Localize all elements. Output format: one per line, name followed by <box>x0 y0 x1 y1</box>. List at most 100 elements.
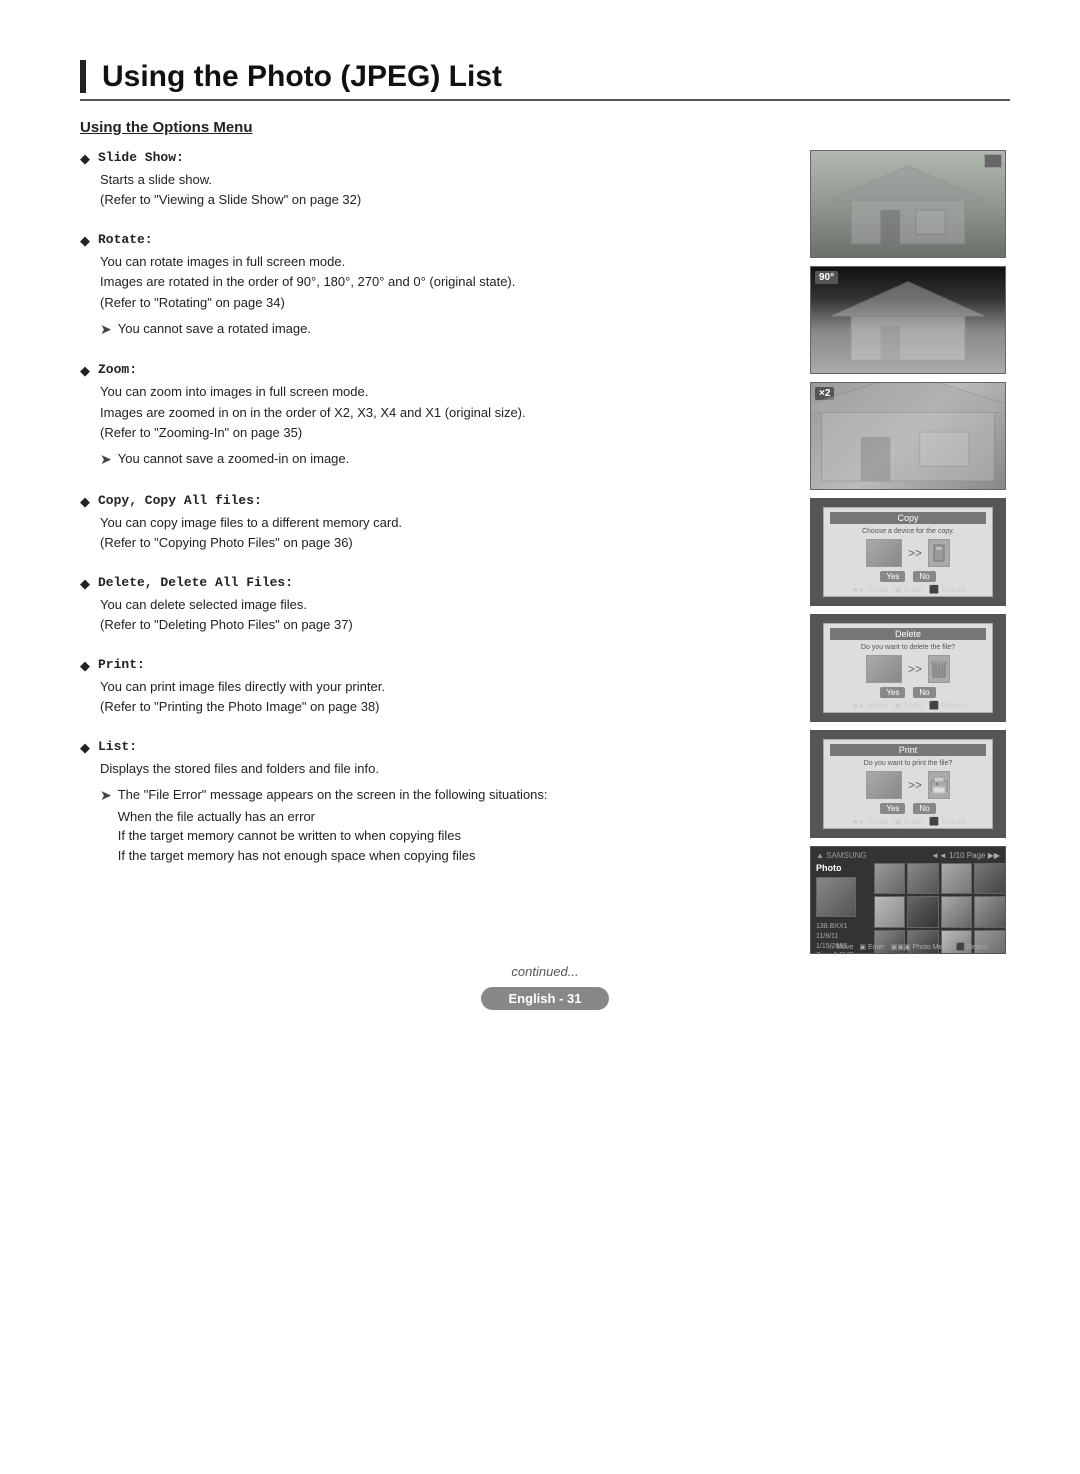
option-title: Rotate: <box>98 232 153 247</box>
yes-button-print[interactable]: Yes <box>880 803 905 814</box>
header-divider <box>80 99 1010 101</box>
section-title: Using the Options Menu <box>80 119 1010 136</box>
dialog-title-delete: Delete <box>830 628 986 640</box>
screenshot-list: ▲ SAMSUNG ◄◄ 1/10 Page ▶▶ Photo 138.BXX1… <box>810 846 1006 954</box>
dialog-printer-icon <box>928 771 950 799</box>
option-header: ◆ Delete, Delete All Files: <box>80 575 786 592</box>
screenshot-zoom: ×2 <box>810 382 1006 490</box>
no-button-print[interactable]: No <box>913 803 935 814</box>
list-footer: ☆ Move ▣ Enter ▣▣▣ Photo Menu ⬛ Return <box>811 943 1005 951</box>
dialog-delete: Delete Do you want to delete the file? >… <box>823 623 993 713</box>
option-line: You can copy image files to a different … <box>100 513 786 533</box>
option-line: Starts a slide show. <box>100 170 786 190</box>
option-copy: ◆ Copy, Copy All files: You can copy ima… <box>80 493 786 553</box>
page-footer: English - 31 <box>80 987 1010 1010</box>
dialog-buttons-delete: Yes No <box>830 687 986 698</box>
dialog-arrow-icon: >> <box>908 778 922 792</box>
footer-return: ⬛ Return <box>956 943 988 951</box>
dialog-content-print: >> <box>830 771 986 799</box>
option-line: (Refer to "Viewing a Slide Show" on page… <box>100 190 786 210</box>
dialog-title-copy: Copy <box>830 512 986 524</box>
no-button-delete[interactable]: No <box>913 687 935 698</box>
option-body: Starts a slide show. (Refer to "Viewing … <box>100 170 786 210</box>
option-body: You can zoom into images in full screen … <box>100 382 786 470</box>
note-line: ➤ You cannot save a rotated image. <box>100 319 786 341</box>
left-column: ◆ Slide Show: Starts a slide show. (Refe… <box>80 150 786 954</box>
list-thumb-5 <box>874 896 905 927</box>
option-title: Delete, Delete All Files: <box>98 575 293 590</box>
list-page-info: ◄◄ 1/10 Page ▶▶ <box>931 851 1000 860</box>
list-thumb-4 <box>974 863 1005 894</box>
page-number-badge: English - 31 <box>481 987 610 1010</box>
option-line: (Refer to "Deleting Photo Files" on page… <box>100 615 786 635</box>
option-body: You can delete selected image files. (Re… <box>100 595 786 635</box>
dialog-trash-icon <box>928 655 950 683</box>
memory-card-icon <box>932 544 946 562</box>
house-svg-zoomed <box>811 383 1005 489</box>
trash-can-svg <box>931 659 947 679</box>
option-header: ◆ Rotate: <box>80 232 786 249</box>
diamond-icon: ◆ <box>80 233 90 249</box>
option-rotate: ◆ Rotate: You can rotate images in full … <box>80 232 786 340</box>
arrow-icon: ➤ <box>100 785 112 807</box>
list-thumb-1 <box>874 863 905 894</box>
dialog-arrow-icon: >> <box>908 546 922 560</box>
dialog-copy: Copy Choose a device for the copy. >> Ye… <box>823 507 993 597</box>
diamond-icon: ◆ <box>80 151 90 167</box>
footer-return: ⬛ Return <box>929 817 965 826</box>
option-slide-show: ◆ Slide Show: Starts a slide show. (Refe… <box>80 150 786 210</box>
option-header: ◆ Copy, Copy All files: <box>80 493 786 510</box>
footer-enter: ▣ Enter <box>894 701 923 710</box>
house-svg-rotated <box>811 267 1005 373</box>
dialog-subtitle-delete: Do you want to delete the file? <box>830 644 986 651</box>
sub-note: If the target memory has not enough spac… <box>118 846 548 866</box>
option-body: Displays the stored files and folders an… <box>100 759 786 865</box>
screenshot-image <box>811 151 1005 257</box>
list-thumb-2 <box>907 863 938 894</box>
sub-note: When the file actually has an error <box>118 807 548 827</box>
note-text: The "File Error" message appears on the … <box>118 785 548 865</box>
yes-button-copy[interactable]: Yes <box>880 571 905 582</box>
note-line: ➤ The "File Error" message appears on th… <box>100 785 786 865</box>
screenshot-image: 90° <box>811 267 1005 373</box>
dialog-buttons-copy: Yes No <box>830 571 986 582</box>
option-body: You can copy image files to a different … <box>100 513 786 553</box>
no-button-copy[interactable]: No <box>913 571 935 582</box>
dialog-thumbnail <box>866 539 902 567</box>
arrow-icon: ➤ <box>100 449 112 471</box>
list-screen-body: Photo 138.BXX1 11/8/11 1/15/2005 Size: 0… <box>816 863 1000 954</box>
screenshot-print: Print Do you want to print the file? >> <box>810 730 1006 838</box>
option-body: You can rotate images in full screen mod… <box>100 252 786 340</box>
house-svg <box>811 151 1005 257</box>
footer-move: ◄► Move <box>851 701 889 710</box>
screenshot-image: ×2 <box>811 383 1005 489</box>
yes-button-delete[interactable]: Yes <box>880 687 905 698</box>
option-line: (Refer to "Rotating" on page 34) <box>100 293 786 313</box>
footer-enter: ▣ Enter <box>894 585 923 594</box>
dialog-device-icon <box>928 539 950 567</box>
option-line: You can delete selected image files. <box>100 595 786 615</box>
option-line: (Refer to "Copying Photo Files" on page … <box>100 533 786 553</box>
option-title: Copy, Copy All files: <box>98 493 262 508</box>
option-line: You can zoom into images in full screen … <box>100 382 786 402</box>
footer-return: ⬛ Return <box>929 585 965 594</box>
dialog-content-delete: >> <box>830 655 986 683</box>
page-title-block: Using the Photo (JPEG) List <box>80 60 1010 93</box>
screenshot-slide-show <box>810 150 1006 258</box>
option-list: ◆ List: Displays the stored files and fo… <box>80 739 786 865</box>
option-delete: ◆ Delete, Delete All Files: You can dele… <box>80 575 786 635</box>
right-column: 90° ×2 Copy <box>810 150 1010 954</box>
option-zoom: ◆ Zoom: You can zoom into images in full… <box>80 362 786 470</box>
option-body: You can print image files directly with … <box>100 677 786 717</box>
footer-enter: ▣ Enter <box>859 943 884 951</box>
note-text: You cannot save a rotated image. <box>118 319 311 339</box>
option-line: Images are zoomed in on in the order of … <box>100 403 786 423</box>
option-header: ◆ Zoom: <box>80 362 786 379</box>
option-header: ◆ List: <box>80 739 786 756</box>
dialog-footer-copy: ◄► Move ▣ Enter ⬛ Return <box>824 585 992 594</box>
sub-note: The "File Error" message appears on the … <box>118 785 548 805</box>
dialog-thumbnail <box>866 655 902 683</box>
option-line: Images are rotated in the order of 90°, … <box>100 272 786 292</box>
list-thumbnails <box>874 863 1000 954</box>
list-thumb-3 <box>941 863 972 894</box>
